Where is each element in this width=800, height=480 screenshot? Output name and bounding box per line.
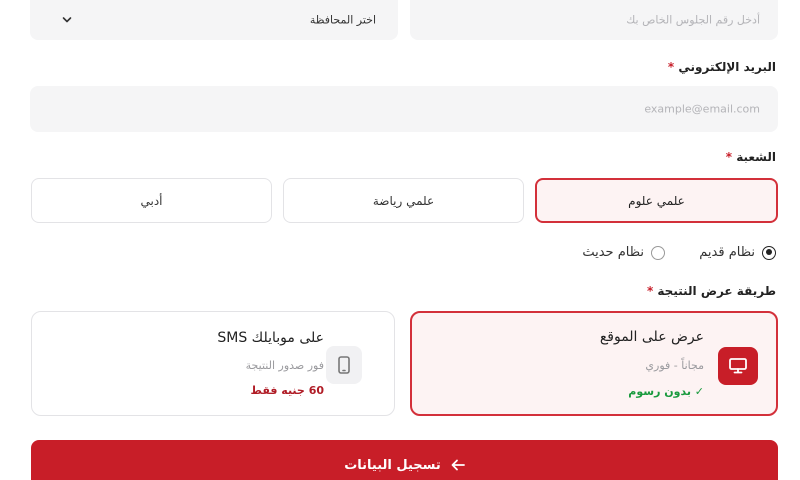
system-option-old[interactable]: نظام قديم xyxy=(699,245,776,260)
result-card-sms[interactable]: على موبايلك SMS فور صدور النتيجة 60 جنيه… xyxy=(31,311,395,416)
card-sms-subtitle: فور صدور النتيجة xyxy=(245,359,324,372)
governorate-selected-value: اختر المحافظة xyxy=(309,13,376,27)
chevron-down-icon xyxy=(62,17,72,23)
arrow-left-icon xyxy=(451,459,465,471)
seat-number-input[interactable]: أدخل رقم الجلوس الخاص بك xyxy=(410,0,778,40)
card-website-subtitle: مجاناً - فوري xyxy=(645,359,704,372)
system-option-new[interactable]: نظام حديث xyxy=(582,245,665,260)
submit-label: تسجيل البيانات xyxy=(344,457,441,473)
branch-option-arts[interactable]: أدبي xyxy=(31,178,272,223)
radio-new-system[interactable] xyxy=(651,245,665,260)
email-label: البريد الإلكتروني * xyxy=(667,60,776,74)
card-website-title: عرض على الموقع xyxy=(599,329,704,345)
card-sms-note: 60 جنيه فقط xyxy=(250,384,324,397)
radio-old-system[interactable] xyxy=(762,245,776,260)
email-field[interactable]: example@email.com xyxy=(30,86,778,132)
branch-option-science[interactable]: علمي علوم xyxy=(535,178,778,223)
submit-button[interactable]: تسجيل البيانات xyxy=(31,440,778,480)
email-placeholder: example@email.com xyxy=(644,102,760,116)
card-sms-title: على موبايلك SMS xyxy=(217,330,324,346)
monitor-icon xyxy=(718,347,758,385)
result-method-label: طريقة عرض النتيجة * xyxy=(646,284,776,298)
branch-option-math[interactable]: علمي رياضة xyxy=(283,178,524,223)
branch-label: الشعبة * xyxy=(725,150,776,164)
governorate-select[interactable]: اختر المحافظة xyxy=(30,0,398,40)
result-card-website[interactable]: عرض على الموقع مجاناً - فوري ✓ بدون رسوم xyxy=(410,311,778,416)
card-website-note: ✓ بدون رسوم xyxy=(628,385,704,398)
seat-number-placeholder: أدخل رقم الجلوس الخاص بك xyxy=(626,13,760,27)
smartphone-icon xyxy=(326,346,362,384)
